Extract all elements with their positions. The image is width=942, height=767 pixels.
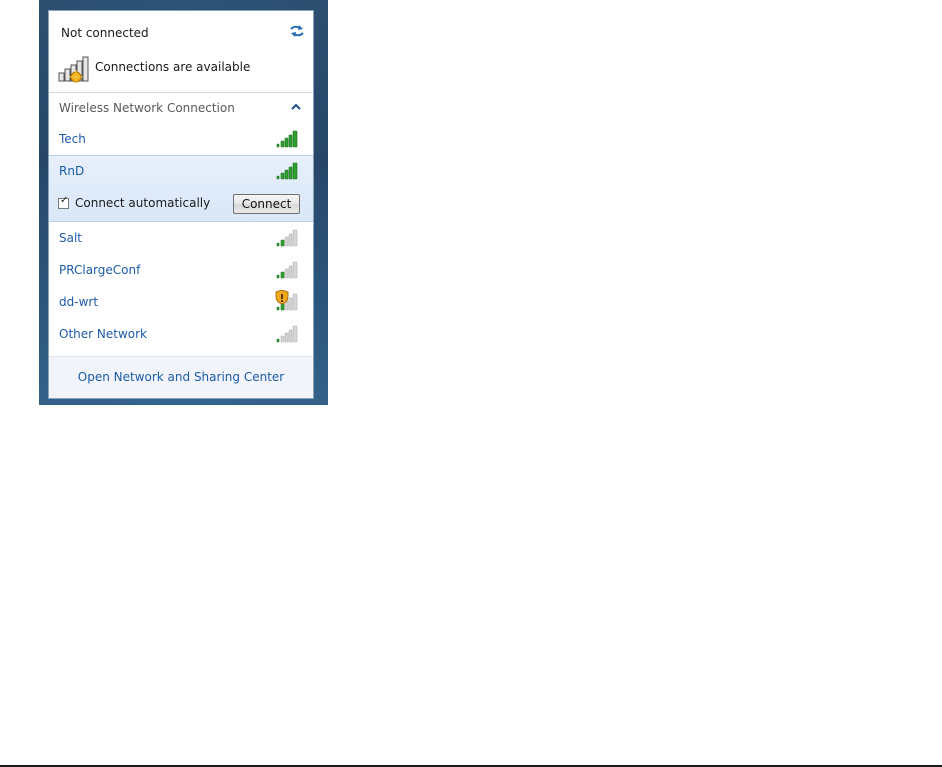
status-title: Not connected <box>61 26 149 40</box>
auto-connect-label: Connect automatically <box>75 196 211 210</box>
network-item-other-network[interactable]: Other Network <box>49 319 313 349</box>
network-item-rnd-selected[interactable]: RnD ✓ Connect automatically Connect <box>49 155 313 222</box>
wifi-signal-icon <box>276 130 298 148</box>
network-name: PRClargeConf <box>59 263 141 277</box>
network-popup: Not connected Connections are available … <box>48 10 314 399</box>
wifi-signal-icon <box>276 162 298 180</box>
network-item-prclargeconf[interactable]: PRClargeConf <box>49 255 313 285</box>
open-network-sharing-center-link[interactable]: Open Network and Sharing Center <box>49 370 313 384</box>
network-item-tech[interactable]: Tech <box>49 124 313 154</box>
divider <box>49 92 313 93</box>
wireless-section-header[interactable]: Wireless Network Connection <box>49 97 313 119</box>
wifi-signal-icon <box>276 229 298 247</box>
connection-status: Not connected Connections are available <box>49 11 313 91</box>
refresh-icon[interactable] <box>289 24 305 38</box>
wifi-signal-icon <box>276 261 298 279</box>
network-warning-icon <box>58 56 89 83</box>
wifi-signal-icon <box>276 325 298 343</box>
auto-connect-checkbox[interactable]: ✓ <box>58 195 69 209</box>
network-name: dd-wrt <box>59 295 99 309</box>
connect-button[interactable]: Connect <box>233 194 300 214</box>
checkmark-icon: ✓ <box>60 195 69 206</box>
chevron-up-icon[interactable] <box>290 102 302 112</box>
network-item-dd-wrt[interactable]: dd-wrt <box>49 287 313 317</box>
section-title: Wireless Network Connection <box>59 101 235 115</box>
network-name: Tech <box>59 132 86 146</box>
wifi-signal-shield-icon <box>275 290 298 311</box>
network-name: Other Network <box>59 327 147 341</box>
footer: Open Network and Sharing Center <box>49 356 313 398</box>
network-name: RnD <box>59 164 85 178</box>
network-item-salt[interactable]: Salt <box>49 223 313 253</box>
availability-text: Connections are available <box>95 60 251 74</box>
network-name: Salt <box>59 231 83 245</box>
